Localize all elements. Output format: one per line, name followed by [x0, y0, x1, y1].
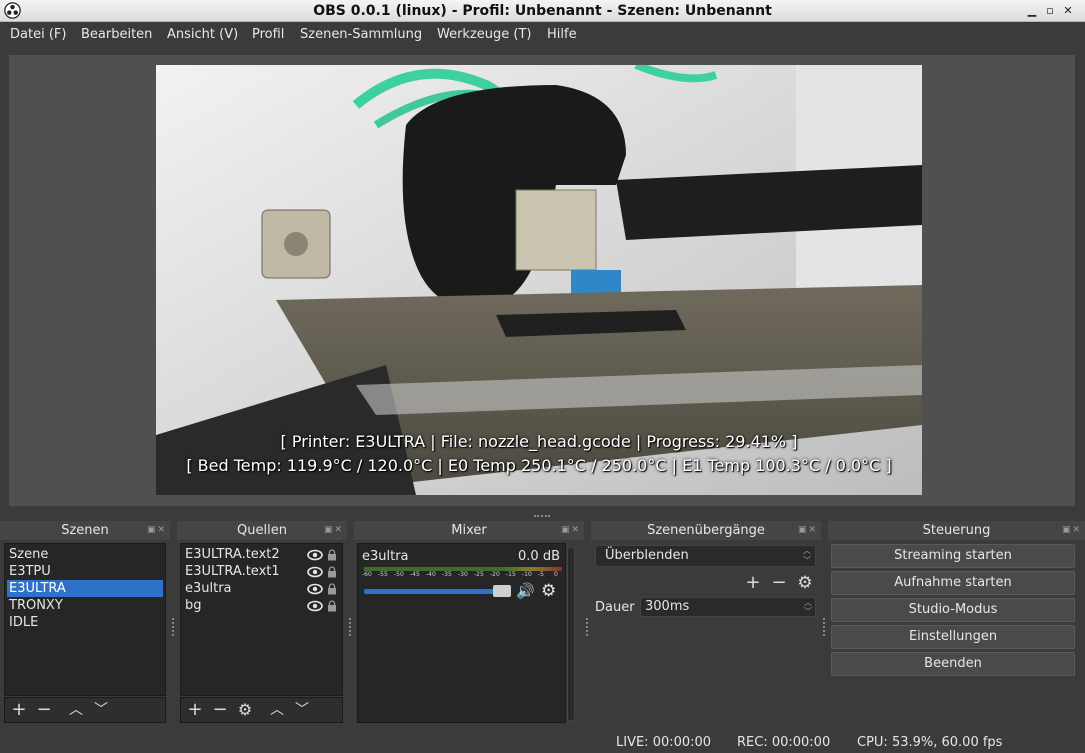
camera-feed-image	[156, 65, 922, 495]
rec-timer: REC: 00:00:00	[737, 735, 831, 750]
meter-scale-tick: -40	[426, 571, 436, 578]
menu-scene-collection[interactable]: Szenen-Sammlung	[300, 27, 422, 42]
remove-transition-button[interactable]: −	[769, 574, 789, 592]
scenes-list[interactable]: Szene E3TPU E3ULTRA TRONXY IDLE	[4, 543, 166, 696]
maximize-button[interactable]: ▫	[1042, 2, 1058, 19]
lock-icon[interactable]	[327, 600, 337, 612]
mixer-channel-name: e3ultra	[362, 549, 409, 564]
meter-scale-tick: -60	[362, 571, 372, 578]
title-bar: OBS 0.0.1 (linux) - Profil: Unbenannt - …	[0, 0, 1085, 22]
speaker-icon[interactable]: 🔊	[516, 582, 535, 600]
studio-mode-button[interactable]: Studio-Modus	[831, 598, 1075, 622]
menu-view[interactable]: Ansicht (V)	[167, 27, 238, 42]
start-recording-button[interactable]: Aufnahme starten	[831, 571, 1075, 595]
menu-bar: Datei (F) Bearbeiten Ansicht (V) Profil …	[0, 22, 1085, 48]
scene-item[interactable]: Szene	[7, 546, 163, 563]
minimize-button[interactable]: ▁	[1024, 2, 1040, 19]
transitions-dock-title: Szenenübergänge ▣✕	[591, 521, 821, 540]
mixer-dock-title: Mixer ▣✕	[354, 521, 584, 540]
meter-scale-tick: -45	[410, 571, 420, 578]
transition-select[interactable]: Überblenden ︿ ﹀	[595, 545, 816, 567]
start-streaming-button[interactable]: Streaming starten	[831, 544, 1075, 568]
settings-button[interactable]: Einstellungen	[831, 625, 1075, 649]
dock-resize-grip[interactable]	[823, 618, 826, 636]
scene-item[interactable]: TRONXY	[7, 597, 163, 614]
volume-meter-scale: -60 -55 -50 -45 -40 -35 -30 -25 -20 -15 -10 -5 0	[362, 571, 562, 581]
meter-scale-tick: -5	[538, 571, 544, 578]
transition-settings-gear-icon[interactable]: ⚙	[795, 574, 815, 592]
dock-float-close-icon[interactable]: ▣✕	[1062, 521, 1082, 540]
menu-help[interactable]: Hilfe	[547, 27, 577, 42]
meter-scale-tick: -25	[474, 571, 484, 578]
dock-resize-grip[interactable]	[172, 618, 175, 636]
mixer-settings-gear-icon[interactable]: ⚙	[541, 581, 556, 601]
overlay-text-printer: [ Printer: E3ULTRA | File: nozzle_head.g…	[280, 432, 798, 451]
scenes-dock-title: Szenen ▣✕	[0, 521, 170, 540]
dock-resize-grip[interactable]	[349, 618, 352, 636]
eye-icon[interactable]	[307, 600, 323, 612]
mixer-level-db: 0.0 dB	[518, 549, 560, 564]
remove-source-button[interactable]: −	[210, 701, 230, 719]
menu-file[interactable]: Datei (F)	[10, 27, 66, 42]
meter-scale-tick: 0	[554, 571, 558, 578]
menu-profile[interactable]: Profil	[252, 27, 284, 42]
controls-dock-title: Steuerung ▣✕	[828, 521, 1085, 540]
dock-float-close-icon[interactable]: ▣✕	[798, 521, 818, 540]
scene-item[interactable]: IDLE	[7, 614, 163, 631]
lock-icon[interactable]	[327, 583, 337, 595]
sources-list[interactable]: E3ULTRA.text2 E3ULTRA.text1 e3ultra bg	[180, 543, 343, 696]
duration-spinbox[interactable]: 300ms ︿ ﹀	[640, 597, 816, 617]
dock-resize-grip[interactable]	[586, 618, 589, 636]
mixer-panel: e3ultra 0.0 dB -60 -55 -50 -45 -40 -35 -30 -25-…	[357, 543, 566, 723]
dock-float-close-icon[interactable]: ▣✕	[324, 521, 344, 540]
meter-scale-tick: -30	[458, 571, 468, 578]
lock-icon[interactable]	[327, 549, 337, 561]
volume-slider-track[interactable]	[364, 589, 509, 594]
meter-scale-tick: -10	[522, 571, 532, 578]
meter-scale-tick: -50	[394, 571, 404, 578]
meter-scale-tick: -55	[378, 571, 388, 578]
duration-label: Dauer	[595, 600, 635, 615]
add-source-button[interactable]: +	[185, 701, 205, 719]
dock-float-close-icon[interactable]: ▣✕	[147, 521, 167, 540]
live-timer: LIVE: 00:00:00	[616, 735, 712, 750]
close-button[interactable]: ✕	[1060, 2, 1076, 19]
scene-item[interactable]: E3TPU	[7, 563, 163, 580]
meter-scale-tick: -20	[490, 571, 500, 578]
move-source-up-button[interactable]: ︿	[267, 701, 287, 719]
eye-icon[interactable]	[307, 583, 323, 595]
mixer-scrollbar[interactable]	[567, 547, 575, 721]
eye-icon[interactable]	[307, 566, 323, 578]
remove-scene-button[interactable]: −	[34, 701, 54, 719]
scenes-toolbar: + − ︿ ﹀	[4, 697, 166, 723]
menu-edit[interactable]: Bearbeiten	[81, 27, 152, 42]
meter-scale-tick: -35	[442, 571, 452, 578]
add-scene-button[interactable]: +	[9, 701, 29, 719]
cpu-fps-stats: CPU: 53.9%, 60.00 fps	[857, 735, 1003, 750]
spin-arrows-icon[interactable]: ︿ ﹀	[804, 598, 812, 616]
sources-dock-title: Quellen ▣✕	[177, 521, 347, 540]
preview-canvas[interactable]: [ Printer: E3ULTRA | File: nozzle_head.g…	[156, 65, 922, 495]
add-transition-button[interactable]: +	[743, 574, 763, 592]
sources-toolbar: + − ⚙ ︿ ﹀	[180, 697, 343, 723]
move-scene-down-button[interactable]: ﹀	[91, 701, 111, 719]
move-scene-up-button[interactable]: ︿	[66, 701, 86, 719]
volume-slider-handle[interactable]	[493, 585, 511, 597]
scene-item-selected[interactable]: E3ULTRA	[7, 580, 163, 597]
lock-icon[interactable]	[327, 566, 337, 578]
eye-icon[interactable]	[307, 549, 323, 561]
spin-arrows-icon: ︿ ﹀	[803, 546, 811, 565]
source-properties-gear-icon[interactable]: ⚙	[235, 701, 255, 719]
status-bar: LIVE: 00:00:00 REC: 00:00:00 CPU: 53.9%,…	[0, 733, 1085, 753]
exit-button[interactable]: Beenden	[831, 652, 1075, 676]
meter-scale-tick: -15	[506, 571, 516, 578]
dock-float-close-icon[interactable]: ▣✕	[561, 521, 581, 540]
dock-splitter-handle[interactable]	[534, 515, 550, 519]
overlay-text-temperatures: [ Bed Temp: 119.9°C / 120.0°C | E0 Temp …	[186, 456, 892, 475]
window-title: OBS 0.0.1 (linux) - Profil: Unbenannt - …	[313, 3, 772, 19]
move-source-down-button[interactable]: ﹀	[292, 701, 312, 719]
menu-tools[interactable]: Werkzeuge (T)	[437, 27, 532, 42]
